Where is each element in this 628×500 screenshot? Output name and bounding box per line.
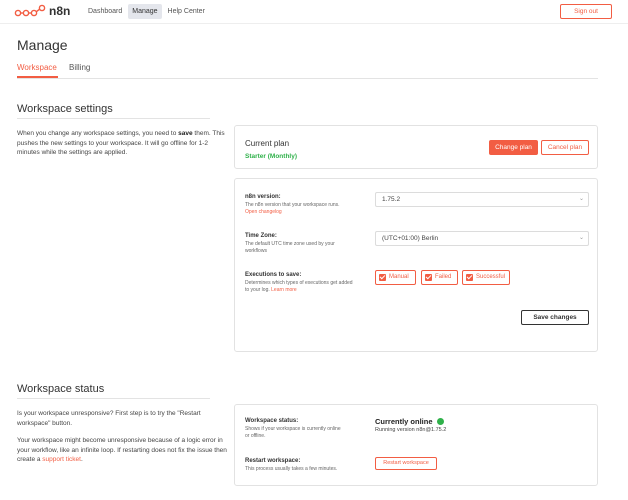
- tab-billing[interactable]: Billing: [69, 63, 90, 72]
- checkbox-manual-label: Manual: [389, 274, 409, 280]
- executions-label: Executions to save:: [245, 272, 302, 278]
- running-version: Running version n8n@1.75.2: [375, 427, 447, 433]
- logo-text: n8n: [49, 4, 71, 18]
- executions-desc-text: Determines which types of executions get…: [245, 280, 353, 293]
- workspace-settings-card: n8n version: The n8n version that your w…: [234, 178, 598, 352]
- tab-workspace[interactable]: Workspace: [17, 63, 57, 72]
- nav-help-center[interactable]: Help Center: [164, 4, 209, 19]
- status-value-text: Currently online: [375, 417, 433, 426]
- top-bar: n8n Dashboard Manage Help Center Sign ou…: [0, 0, 628, 24]
- current-plan-card: Current plan Starter (Monthly) Change pl…: [234, 125, 598, 169]
- learn-more-link[interactable]: Learn more: [271, 287, 297, 293]
- status-value: Currently online: [375, 417, 444, 426]
- timezone-select[interactable]: (UTC+01:00) Berlin ⌄: [375, 231, 589, 246]
- timezone-select-value: (UTC+01:00) Berlin: [382, 235, 439, 242]
- restart-label: Restart workspace:: [245, 458, 301, 464]
- version-label: n8n version:: [245, 194, 281, 200]
- version-select-value: 1.75.2: [382, 196, 401, 203]
- save-changes-button[interactable]: Save changes: [521, 310, 589, 325]
- version-desc-text: The n8n version that your workspace runs…: [245, 202, 340, 208]
- tab-bar: Workspace Billing: [17, 61, 598, 79]
- workspace-status-card: Workspace status: Shows if your workspac…: [234, 404, 598, 486]
- chevron-down-icon: ⌄: [578, 196, 584, 202]
- sign-out-button[interactable]: Sign out: [560, 4, 612, 19]
- help-text-end: .: [80, 456, 83, 463]
- n8n-logo-icon: [14, 4, 46, 17]
- open-changelog-link[interactable]: Open changelog: [245, 209, 282, 215]
- status-label: Workspace status:: [245, 418, 299, 424]
- version-select[interactable]: 1.75.2 ⌄: [375, 192, 589, 207]
- restart-workspace-button[interactable]: Restart workspace: [375, 457, 437, 470]
- checkbox-manual[interactable]: Manual: [375, 270, 416, 285]
- page-title: Manage: [17, 37, 68, 53]
- nav-manage[interactable]: Manage: [128, 4, 162, 19]
- checkbox-failed[interactable]: Failed: [421, 270, 458, 285]
- section-divider: [17, 398, 210, 399]
- workspace-status-heading: Workspace status: [17, 383, 105, 395]
- workspace-settings-heading: Workspace settings: [17, 103, 113, 115]
- cancel-plan-button[interactable]: Cancel plan: [541, 140, 589, 155]
- active-tab-indicator: [17, 76, 58, 78]
- chevron-down-icon: ⌄: [578, 235, 584, 241]
- support-ticket-link[interactable]: support ticket: [42, 456, 81, 463]
- logo[interactable]: n8n: [14, 4, 70, 18]
- executions-description: Determines which types of executions get…: [245, 280, 355, 294]
- restart-description: This process usually takes a few minutes…: [245, 466, 338, 472]
- checkbox-successful[interactable]: Successful: [462, 270, 510, 285]
- checkmark-icon: [425, 274, 432, 281]
- timezone-description: The default UTC time zone used by your w…: [245, 241, 335, 254]
- intro-text: When you change any workspace settings, …: [17, 130, 179, 137]
- plan-name: Starter (Monthly): [245, 153, 297, 160]
- checkbox-failed-label: Failed: [435, 274, 452, 280]
- status-description: Shows if your workspace is currently onl…: [245, 426, 341, 439]
- checkmark-icon: [466, 274, 473, 281]
- online-status-icon: [436, 418, 444, 425]
- intro-bold-save: save: [178, 130, 193, 137]
- change-plan-button[interactable]: Change plan: [489, 140, 538, 155]
- version-description: The n8n version that your workspace runs…: [245, 202, 355, 216]
- section-divider: [17, 118, 210, 119]
- checkbox-successful-label: Successful: [476, 274, 506, 280]
- workspace-status-help: Your workspace might become unresponsive…: [17, 436, 229, 465]
- workspace-status-description: Is your workspace unresponsive? First st…: [17, 410, 201, 427]
- nav-dashboard[interactable]: Dashboard: [84, 4, 126, 19]
- workspace-settings-description: When you change any workspace settings, …: [17, 129, 229, 158]
- current-plan-label: Current plan: [245, 139, 290, 148]
- executions-options: Manual Failed Successful: [375, 270, 589, 285]
- checkmark-icon: [379, 274, 386, 281]
- main-nav: Dashboard Manage Help Center: [84, 4, 211, 19]
- timezone-label: Time Zone:: [245, 233, 277, 239]
